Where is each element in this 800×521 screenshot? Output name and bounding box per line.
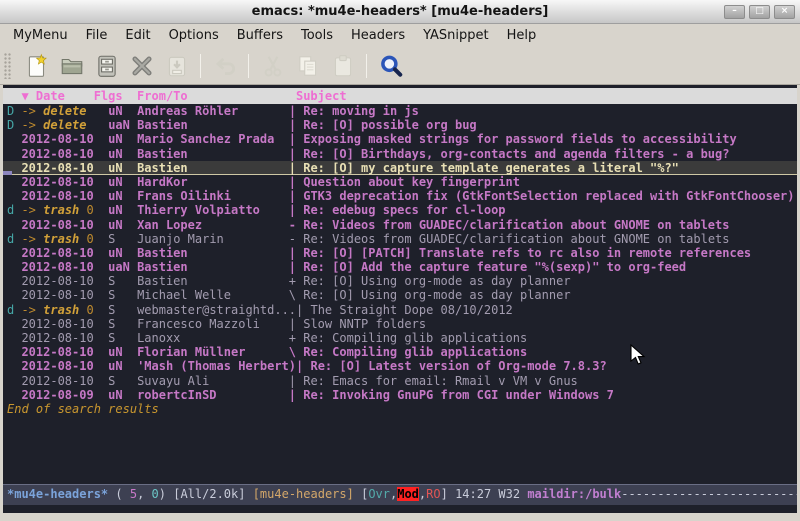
- menu-file[interactable]: File: [77, 26, 117, 45]
- message-row[interactable]: 2012-08-10 uN Mario Sanchez Prada | Expo…: [3, 132, 797, 146]
- menu-mymenu[interactable]: MyMenu: [4, 26, 77, 45]
- close-button[interactable]: [124, 50, 159, 82]
- message-row[interactable]: 2012-08-10 S Suvayu Ali | Re: Emacs for …: [3, 374, 797, 388]
- message-row[interactable]: 2012-08-10 uN Bastien | Re: [O] [PATCH] …: [3, 246, 797, 260]
- close-button[interactable]: ×: [774, 5, 795, 19]
- search-icon: [378, 53, 404, 79]
- cut-icon: [260, 53, 286, 79]
- open-folder-icon: [59, 53, 85, 79]
- toolbar-separator: [366, 54, 367, 78]
- message-row[interactable]: D -> delete uN Andreas Röhler | Re: movi…: [3, 104, 797, 118]
- echo-area[interactable]: [3, 505, 797, 513]
- menu-tools[interactable]: Tools: [292, 26, 342, 45]
- new-file-icon: [24, 53, 50, 79]
- message-row[interactable]: 2012-08-09 uN robertcInSD | Re: Invoking…: [3, 388, 797, 402]
- save-icon: [94, 53, 120, 79]
- message-row[interactable]: 2012-08-10 uN Xan Lopez - Re: Videos fro…: [3, 218, 797, 232]
- modeline-segment: [All/2.0k]: [173, 487, 252, 501]
- cut-button[interactable]: [255, 50, 290, 82]
- toolbar-separator: [248, 54, 249, 78]
- toolbar-grip-handle[interactable]: [4, 53, 12, 79]
- title-bar[interactable]: emacs: *mu4e-headers* [mu4e-headers] – □…: [0, 0, 800, 24]
- message-row[interactable]: 2012-08-10 uN Florian Müllner \ Re: Comp…: [3, 345, 797, 359]
- maximize-button[interactable]: □: [749, 5, 770, 19]
- save-button[interactable]: [89, 50, 124, 82]
- window-title: emacs: *mu4e-headers* [mu4e-headers]: [0, 4, 800, 19]
- modeline-segment: (: [108, 487, 130, 501]
- modeline-segment: RO: [426, 487, 440, 501]
- save-as-icon: [164, 53, 190, 79]
- message-row[interactable]: 2012-08-10 S Lanoxx + Re: Compiling glib…: [3, 331, 797, 345]
- menu-headers[interactable]: Headers: [342, 26, 414, 45]
- message-list: D -> delete uN Andreas Röhler | Re: movi…: [3, 104, 797, 402]
- modeline-segment: ): [159, 487, 173, 501]
- window-controls: – □ ×: [724, 5, 800, 19]
- message-row[interactable]: d -> trash 0 S webmaster@straightd...| T…: [3, 303, 797, 317]
- menu-help[interactable]: Help: [498, 26, 546, 45]
- paste-icon: [330, 53, 356, 79]
- end-of-search-results: End of search results: [3, 402, 797, 416]
- message-row[interactable]: 2012-08-10 S Michael Welle \ Re: [O] Usi…: [3, 288, 797, 302]
- undo-button[interactable]: [207, 50, 242, 82]
- menu-options[interactable]: Options: [160, 26, 228, 45]
- modeline-segment: 5: [130, 487, 137, 501]
- toolbar: [0, 47, 800, 85]
- paste-button[interactable]: [325, 50, 360, 82]
- modeline-segment: *mu4e-headers*: [7, 487, 108, 501]
- minimize-button[interactable]: –: [724, 5, 745, 19]
- copy-icon: [295, 53, 321, 79]
- menu-buffers[interactable]: Buffers: [228, 26, 292, 45]
- new-file-button[interactable]: [19, 50, 54, 82]
- search-button[interactable]: [373, 50, 408, 82]
- message-row[interactable]: 2012-08-10 uN Frans Oilinki | GTK3 depre…: [3, 189, 797, 203]
- open-folder-button[interactable]: [54, 50, 89, 82]
- undo-icon: [212, 53, 238, 79]
- message-row[interactable]: 2012-08-10 uaN Bastien | Re: [O] Add the…: [3, 260, 797, 274]
- toolbar-separator: [200, 54, 201, 78]
- modeline-segment: ,: [137, 487, 151, 501]
- message-row[interactable]: 2012-08-10 uN Bastien | Re: [O] Birthday…: [3, 147, 797, 161]
- modeline-segment: ]: [441, 487, 455, 501]
- modeline-segment: Ovr: [368, 487, 390, 501]
- message-row[interactable]: 2012-08-10 uN Bastien | Re: [O] my captu…: [3, 161, 797, 175]
- message-row[interactable]: 2012-08-10 S Bastien + Re: [O] Using org…: [3, 274, 797, 288]
- close-icon: [129, 53, 155, 79]
- message-row[interactable]: d -> trash 0 S Juanjo Marin - Re: Videos…: [3, 232, 797, 246]
- save-as-button[interactable]: [159, 50, 194, 82]
- modeline-segment: 0: [152, 487, 159, 501]
- modeline-segment: Mod: [397, 487, 419, 501]
- menu-bar: MyMenuFileEditOptionsBuffersToolsHeaders…: [0, 24, 800, 47]
- emacs-window: emacs: *mu4e-headers* [mu4e-headers] – □…: [0, 0, 800, 521]
- mode-line[interactable]: *mu4e-headers* ( 5, 0) [All/2.0k] [mu4e-…: [3, 484, 797, 505]
- message-row[interactable]: 2012-08-10 uN HardKor | Question about k…: [3, 175, 797, 189]
- menu-yasnippet[interactable]: YASnippet: [414, 26, 498, 45]
- message-row[interactable]: 2012-08-10 S Francesco Mazzoli | Slow NN…: [3, 317, 797, 331]
- headers-column-header: ▼ Date Flgs From/To Subject: [3, 88, 797, 104]
- modeline-segment: [mu4e-headers]: [253, 487, 354, 501]
- menu-edit[interactable]: Edit: [116, 26, 159, 45]
- mu4e-headers-buffer: ▼ Date Flgs From/To Subject D -> delete …: [3, 85, 797, 513]
- message-row[interactable]: 2012-08-10 uN 'Mash (Thomas Herbert)| Re…: [3, 359, 797, 373]
- copy-button[interactable]: [290, 50, 325, 82]
- modeline-segment: ----------------------------------------…: [621, 487, 797, 501]
- modeline-segment: 14:27 W32: [455, 487, 527, 501]
- modeline-segment: maildir:/bulk: [527, 487, 621, 501]
- modeline-segment: [: [354, 487, 368, 501]
- message-row[interactable]: D -> delete uaN Bastien | Re: [O] possib…: [3, 118, 797, 132]
- message-row[interactable]: d -> trash 0 uN Thierry Volpiatto | Re: …: [3, 203, 797, 217]
